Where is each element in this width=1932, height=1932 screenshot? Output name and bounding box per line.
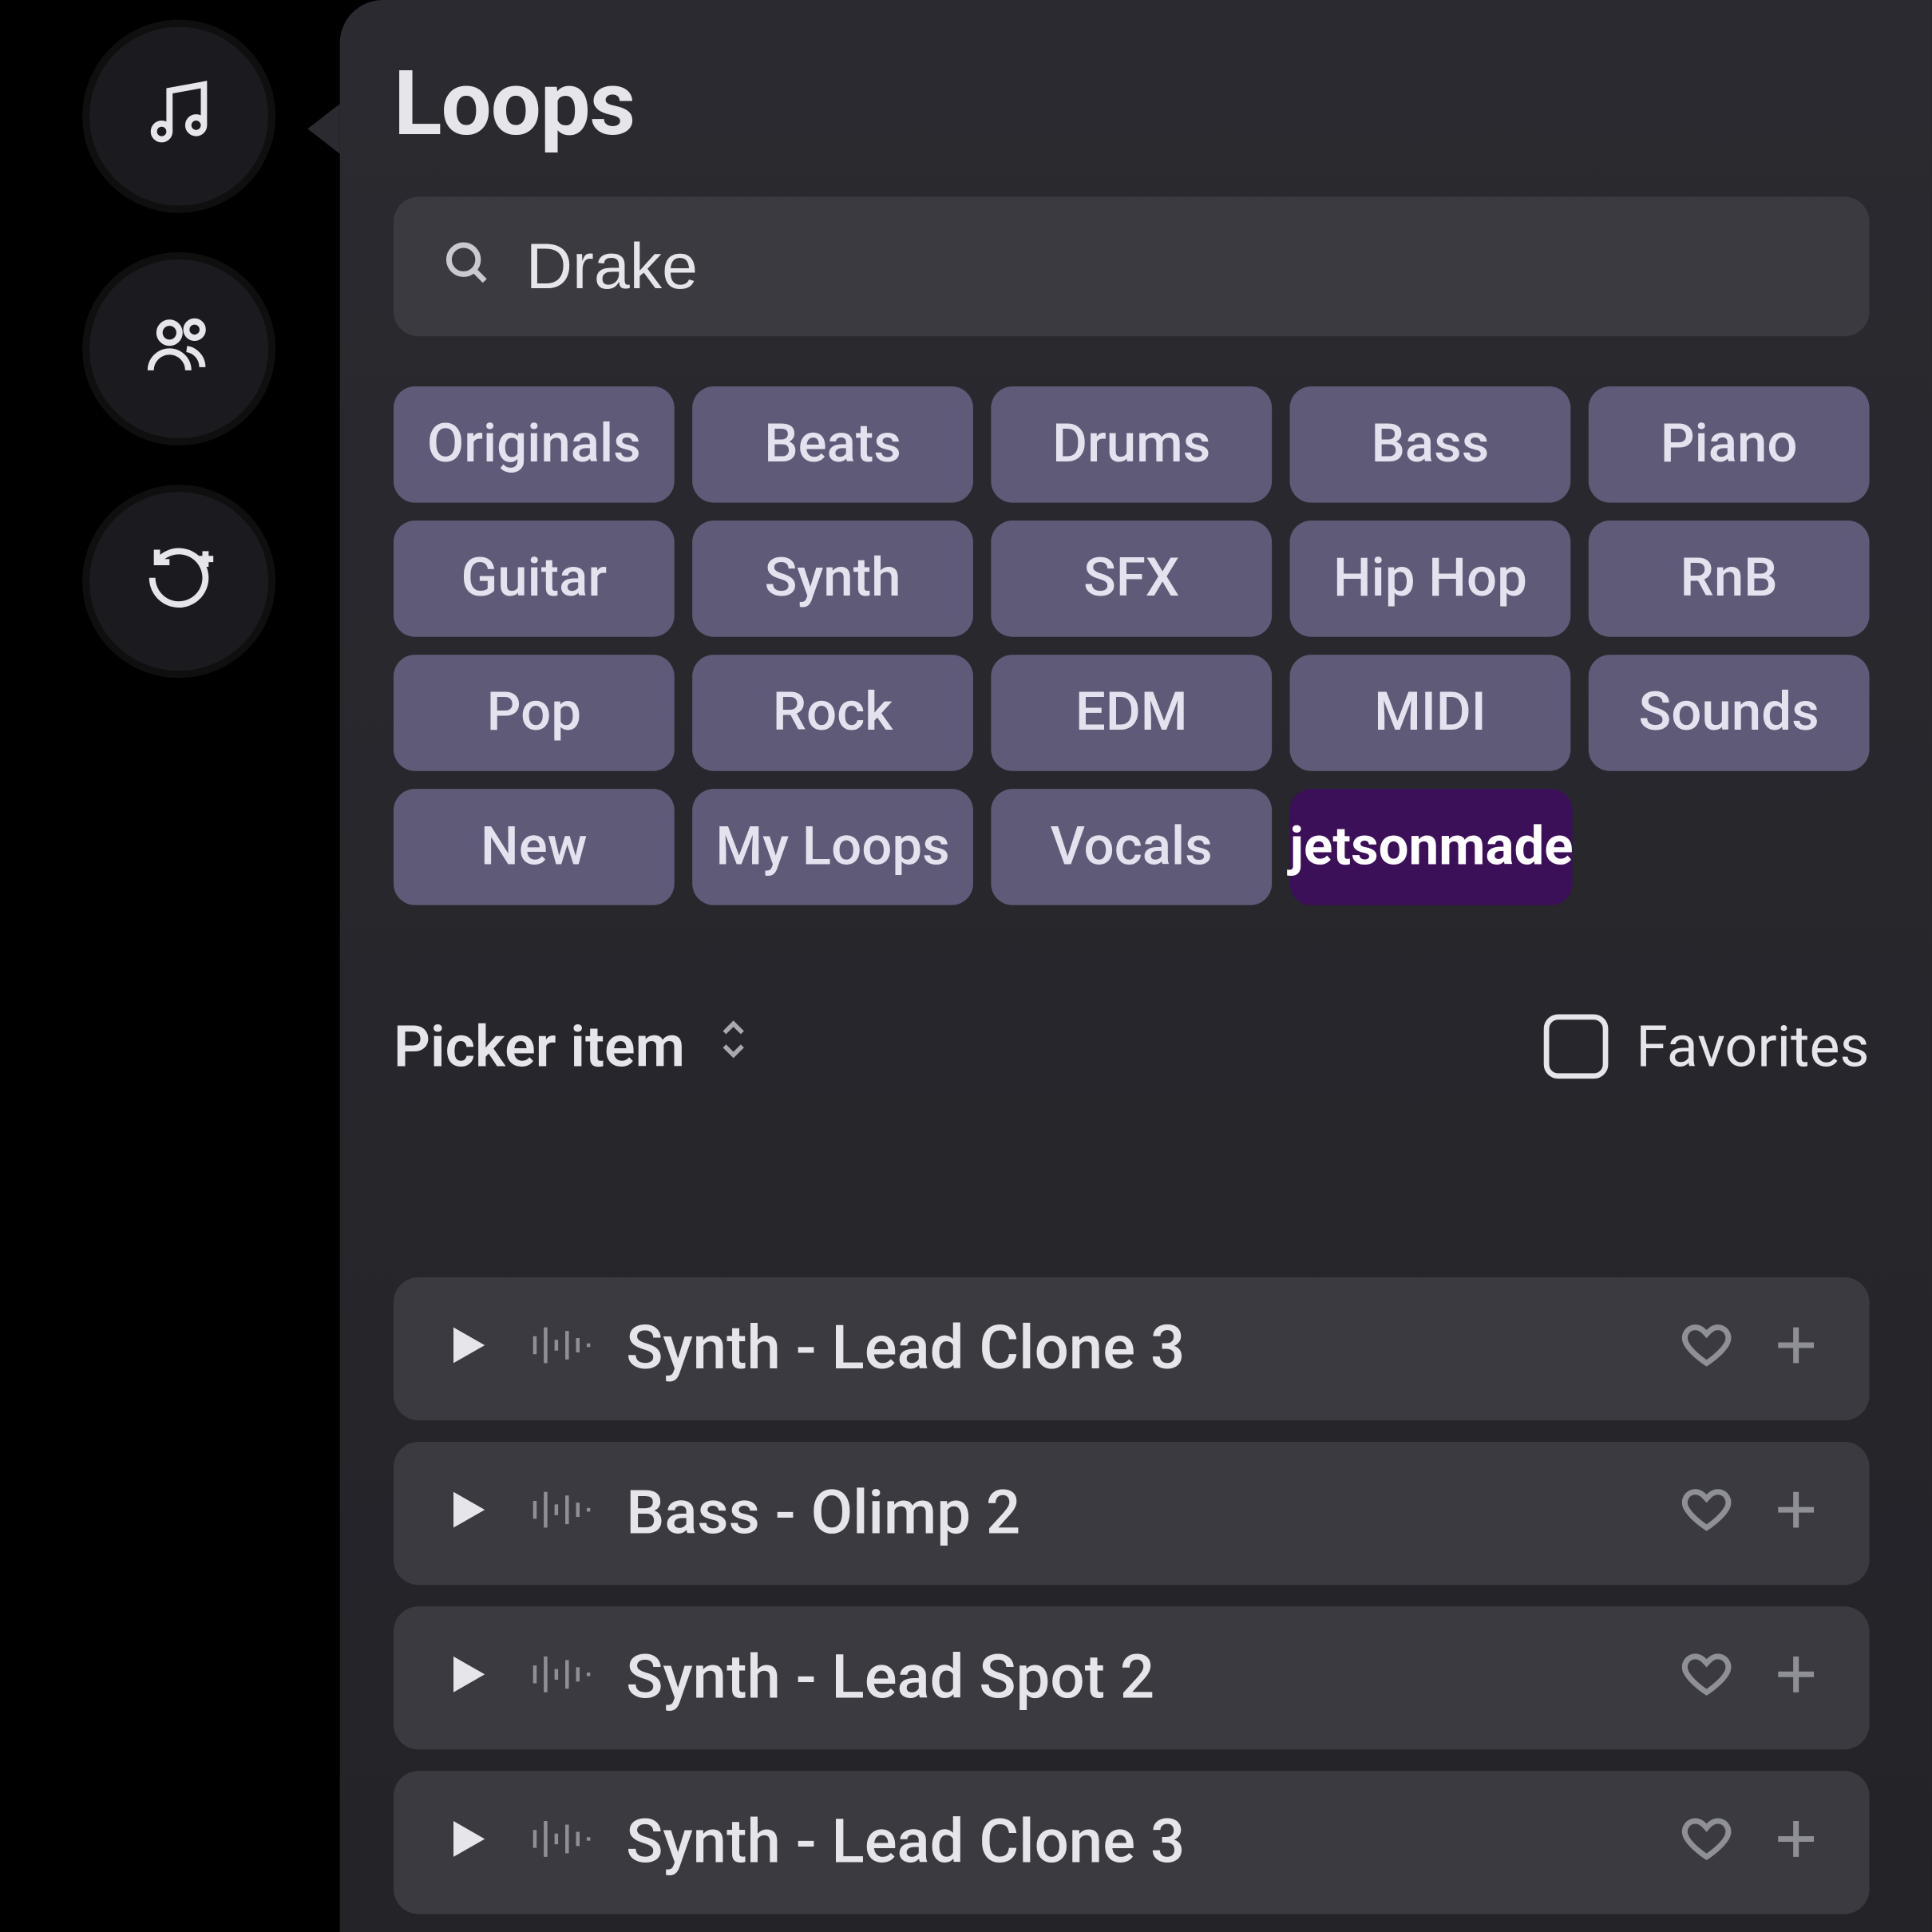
tag-new[interactable]: New xyxy=(394,789,675,905)
favorite-button[interactable] xyxy=(1680,1318,1733,1379)
waveform-icon xyxy=(529,1485,590,1542)
add-button[interactable] xyxy=(1769,1483,1823,1544)
tag-hip-hop[interactable]: Hip Hop xyxy=(1290,521,1571,637)
tag-originals[interactable]: Originals xyxy=(394,386,675,503)
track-list: Synth - Lead Clone 3 Bass - Olimp 2 Synth … xyxy=(394,1277,1870,1914)
tag-jetsonmade[interactable]: jetsonmade xyxy=(1290,789,1574,905)
favorite-button[interactable] xyxy=(1680,1483,1733,1544)
nav-collab-button[interactable] xyxy=(89,259,268,438)
favorites-label: Favorites xyxy=(1636,1012,1869,1080)
nav-loops-button[interactable] xyxy=(89,27,268,206)
tag-pop[interactable]: Pop xyxy=(394,655,675,771)
waveform-icon xyxy=(529,1649,590,1707)
tag-rnb[interactable]: RnB xyxy=(1589,521,1870,637)
track-row: Synth - Lead Spot 2 xyxy=(394,1606,1870,1749)
favorites-checkbox[interactable] xyxy=(1543,1014,1608,1079)
track-title: Bass - Olimp 2 xyxy=(626,1478,1644,1550)
tag-bass[interactable]: Bass xyxy=(1290,386,1571,503)
tag-vocals[interactable]: Vocals xyxy=(991,789,1272,905)
add-button[interactable] xyxy=(1769,1812,1823,1873)
tag-grid: OriginalsBeatsDrumsBassPianoGuitarSynthS… xyxy=(394,386,1870,905)
play-button[interactable] xyxy=(440,1812,493,1873)
sort-picker[interactable]: Picker item xyxy=(394,1012,753,1080)
waveform-icon xyxy=(529,1814,590,1871)
play-button[interactable] xyxy=(440,1648,493,1708)
people-icon xyxy=(141,307,216,390)
tag-sfx[interactable]: SFX xyxy=(991,521,1272,637)
loop-plus-icon xyxy=(141,540,216,623)
tag-rock[interactable]: Rock xyxy=(692,655,973,771)
tag-beats[interactable]: Beats xyxy=(692,386,973,503)
panel-pointer xyxy=(307,104,339,154)
tag-drums[interactable]: Drums xyxy=(991,386,1272,503)
play-button[interactable] xyxy=(440,1483,493,1544)
favorite-button[interactable] xyxy=(1680,1812,1733,1873)
tag-my-loops[interactable]: My Loops xyxy=(692,789,973,905)
waveform-icon xyxy=(529,1320,590,1378)
tag-guitar[interactable]: Guitar xyxy=(394,521,675,637)
filter-row: Picker item Favorites xyxy=(394,1012,1870,1080)
search-field[interactable] xyxy=(394,196,1870,336)
track-row: Synth - Lead Clone 3 xyxy=(394,1771,1870,1914)
tag-piano[interactable]: Piano xyxy=(1589,386,1870,503)
play-button[interactable] xyxy=(440,1318,493,1379)
chevron-up-down-icon xyxy=(714,1012,753,1080)
search-input[interactable] xyxy=(526,229,1823,304)
sidebar-nav xyxy=(89,27,268,671)
favorites-toggle[interactable]: Favorites xyxy=(1543,1012,1870,1080)
track-title: Synth - Lead Spot 2 xyxy=(626,1642,1644,1714)
tag-midi[interactable]: MIDI xyxy=(1290,655,1571,771)
tag-sounds[interactable]: Sounds xyxy=(1589,655,1870,771)
tag-synth[interactable]: Synth xyxy=(692,521,973,637)
track-title: Synth - Lead Clone 3 xyxy=(626,1313,1644,1385)
panel-title: Loops xyxy=(394,53,1870,157)
favorite-button[interactable] xyxy=(1680,1648,1733,1708)
track-row: Synth - Lead Clone 3 xyxy=(394,1277,1870,1420)
add-button[interactable] xyxy=(1769,1648,1823,1708)
nav-generate-button[interactable] xyxy=(89,492,268,671)
add-button[interactable] xyxy=(1769,1318,1823,1379)
tag-edm[interactable]: EDM xyxy=(991,655,1272,771)
music-note-icon xyxy=(141,75,216,157)
track-title: Synth - Lead Clone 3 xyxy=(626,1807,1644,1879)
picker-label: Picker item xyxy=(394,1012,685,1080)
track-row: Bass - Olimp 2 xyxy=(394,1442,1870,1585)
search-icon xyxy=(440,236,493,297)
loops-panel: Loops OriginalsBeatsDrumsBassPiano Guitar… xyxy=(340,0,1932,1932)
